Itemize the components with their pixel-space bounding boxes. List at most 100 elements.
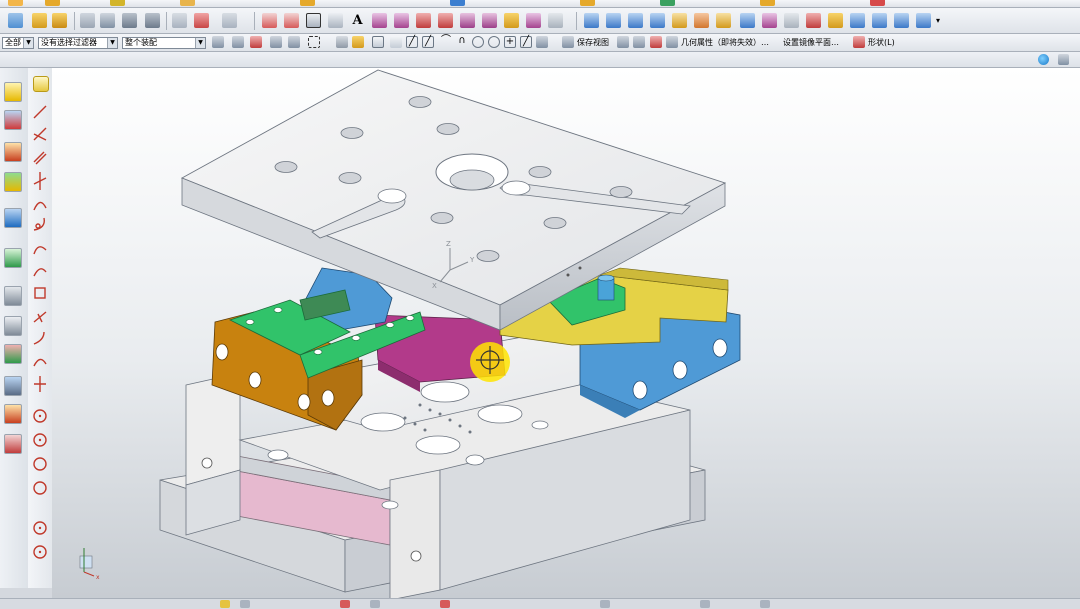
grid-icon[interactable] bbox=[172, 13, 187, 28]
snap-endpoint-icon[interactable] bbox=[372, 36, 384, 48]
save-view-label[interactable]: 保存视图 bbox=[577, 38, 609, 48]
standard-part-icon[interactable] bbox=[4, 404, 22, 424]
toolbar-icon[interactable] bbox=[760, 0, 775, 6]
text-icon[interactable]: A bbox=[350, 13, 365, 28]
intersect-curve-icon[interactable] bbox=[438, 13, 453, 28]
datum-icon[interactable] bbox=[222, 13, 237, 28]
offset-region-icon[interactable] bbox=[894, 13, 909, 28]
toolbar-icon[interactable] bbox=[580, 0, 595, 6]
settings-icon[interactable] bbox=[212, 36, 224, 48]
delete-face-icon[interactable] bbox=[806, 13, 821, 28]
layout-icon[interactable] bbox=[4, 248, 22, 268]
shape-label[interactable]: 形状(L) bbox=[868, 38, 895, 48]
wrap-icon[interactable] bbox=[526, 13, 541, 28]
mold-csys-icon[interactable] bbox=[4, 142, 22, 162]
toolbar-icon[interactable] bbox=[110, 0, 125, 6]
snap-arc-icon[interactable]: ∩ bbox=[456, 36, 468, 48]
swept-icon[interactable] bbox=[650, 13, 665, 28]
project-init-icon[interactable] bbox=[4, 110, 22, 130]
toolbar-icon[interactable] bbox=[440, 600, 450, 608]
curve-rule-icon[interactable] bbox=[270, 36, 282, 48]
toolbar-icon[interactable] bbox=[600, 600, 610, 608]
type-filter-dropdown[interactable]: 全部 ▼ bbox=[2, 37, 34, 49]
snap-point-on-curve-icon[interactable]: ╱ bbox=[422, 36, 434, 48]
ruled-surface-icon[interactable] bbox=[606, 13, 621, 28]
view-orient-icon[interactable] bbox=[562, 36, 574, 48]
toolbar-icon[interactable] bbox=[8, 0, 23, 6]
web-icon[interactable] bbox=[1038, 54, 1049, 65]
snap-center-icon[interactable] bbox=[472, 36, 484, 48]
mold-assembly-model[interactable]: Z Y X x bbox=[52, 68, 1080, 598]
surface-icon[interactable] bbox=[584, 13, 599, 28]
parting-icon[interactable] bbox=[4, 316, 22, 336]
snap-tangent-icon[interactable]: ⌒ bbox=[440, 36, 452, 48]
deselect-icon[interactable] bbox=[100, 13, 115, 28]
toolbar-icon[interactable] bbox=[340, 600, 350, 608]
workpiece-icon[interactable] bbox=[4, 208, 22, 228]
shape-icon[interactable] bbox=[853, 36, 865, 48]
toolbar-icon[interactable] bbox=[45, 0, 60, 6]
shrinkage-icon[interactable] bbox=[4, 172, 22, 192]
resize-face-icon[interactable] bbox=[916, 13, 931, 28]
arc-icon[interactable] bbox=[284, 13, 299, 28]
toolbar-icon[interactable] bbox=[240, 600, 250, 608]
graphics-window[interactable]: Z Y X x bbox=[52, 68, 1080, 598]
toolbar-icon[interactable] bbox=[700, 600, 710, 608]
rectangle-icon[interactable] bbox=[306, 13, 321, 28]
snap-intersection-icon[interactable]: + bbox=[504, 36, 516, 48]
snap-quadrant-icon[interactable] bbox=[488, 36, 500, 48]
set-mirror-plane-label[interactable]: 设置镜像平面… bbox=[783, 38, 839, 48]
through-curves-icon[interactable] bbox=[628, 13, 643, 28]
move-face-icon[interactable] bbox=[850, 13, 865, 28]
select-feature-icon[interactable] bbox=[232, 36, 244, 48]
project-icon[interactable] bbox=[416, 13, 431, 28]
offset-curve-icon[interactable] bbox=[394, 13, 409, 28]
extend-surface-icon[interactable] bbox=[784, 13, 799, 28]
offset-surface-icon[interactable] bbox=[740, 13, 755, 28]
sew-icon[interactable] bbox=[716, 13, 731, 28]
family-mold-icon[interactable] bbox=[4, 286, 22, 306]
component-icon[interactable] bbox=[352, 36, 364, 48]
snap-line-icon[interactable]: ╱ bbox=[406, 36, 418, 48]
solid-icon[interactable] bbox=[336, 36, 348, 48]
n-sided-icon[interactable] bbox=[672, 13, 687, 28]
polygon-icon[interactable] bbox=[328, 13, 343, 28]
mold-tools-icon[interactable] bbox=[4, 344, 22, 364]
pull-face-icon[interactable] bbox=[872, 13, 887, 28]
more-icon[interactable] bbox=[548, 13, 563, 28]
box-select-icon[interactable] bbox=[308, 36, 320, 48]
window-icon[interactable] bbox=[8, 13, 23, 28]
toolbar-icon[interactable] bbox=[220, 600, 230, 608]
extract-icon[interactable] bbox=[504, 13, 519, 28]
more-options-icon[interactable]: ▾ bbox=[936, 13, 951, 28]
mold-wizard-icon[interactable] bbox=[4, 82, 22, 102]
view-icon[interactable] bbox=[617, 36, 629, 48]
trim-body-icon[interactable] bbox=[694, 13, 709, 28]
resource-icon[interactable] bbox=[1058, 54, 1069, 65]
curve-icon[interactable] bbox=[372, 13, 387, 28]
property-icon[interactable] bbox=[666, 36, 678, 48]
toolbar-icon[interactable] bbox=[660, 0, 675, 6]
tangent-icon[interactable] bbox=[288, 36, 300, 48]
selection-filter-dropdown[interactable]: 没有选择过滤器 ▼ bbox=[38, 37, 118, 49]
snap-existing-point-icon[interactable]: ╱ bbox=[520, 36, 532, 48]
mold-base-icon[interactable] bbox=[4, 376, 22, 396]
geometry-icon[interactable] bbox=[650, 36, 662, 48]
toolbar-icon[interactable] bbox=[300, 0, 315, 6]
filter-icon[interactable] bbox=[145, 13, 160, 28]
toolbar-icon[interactable] bbox=[450, 0, 465, 6]
snap-on-face-icon[interactable] bbox=[536, 36, 548, 48]
assembly-scope-dropdown[interactable]: 整个装配 ▼ bbox=[122, 37, 206, 49]
join-curve-icon[interactable] bbox=[482, 13, 497, 28]
toolbar-icon[interactable] bbox=[370, 600, 380, 608]
ejector-icon[interactable] bbox=[4, 434, 22, 454]
group-select-icon[interactable] bbox=[122, 13, 137, 28]
line-icon[interactable] bbox=[262, 13, 277, 28]
bridge-curve-icon[interactable] bbox=[460, 13, 475, 28]
snap-midpoint-icon[interactable] bbox=[390, 36, 402, 48]
toolbar-icon[interactable] bbox=[760, 600, 770, 608]
toolbar-icon[interactable] bbox=[180, 0, 195, 6]
patch-icon[interactable] bbox=[762, 13, 777, 28]
snap-icon[interactable] bbox=[32, 13, 47, 28]
select-icon[interactable] bbox=[80, 13, 95, 28]
